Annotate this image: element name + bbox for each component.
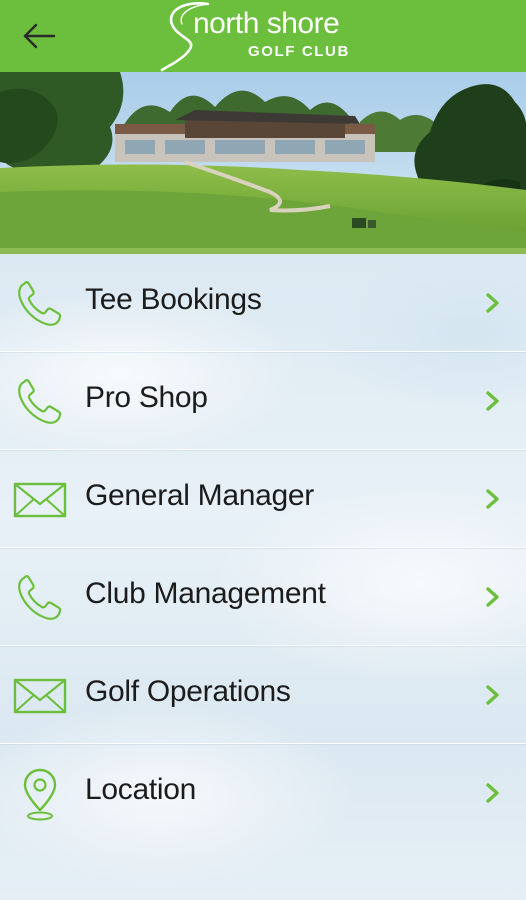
- menu-item-label: Location: [85, 773, 197, 806]
- menu-item-label: Golf Operations: [85, 675, 291, 708]
- arrow-left-icon: [23, 23, 56, 49]
- mail-icon: [12, 472, 68, 528]
- menu-item-general-manager[interactable]: General Manager: [0, 450, 526, 548]
- menu-item-golf-operations[interactable]: Golf Operations: [0, 646, 526, 744]
- logo-title: north shore: [193, 7, 340, 40]
- chevron-right-icon: [484, 292, 502, 314]
- clubhouse-hero-image: [0, 72, 526, 254]
- menu-item-label: Club Management: [85, 577, 326, 610]
- chevron-right-icon: [484, 488, 502, 510]
- phone-icon: [12, 374, 68, 430]
- menu-item-label: General Manager: [85, 479, 314, 512]
- menu-item-tee-bookings[interactable]: Tee Bookings: [0, 254, 526, 352]
- menu-item-label: Pro Shop: [85, 381, 208, 414]
- contact-menu: Tee Bookings Pro Shop General Manager Cl…: [0, 254, 526, 900]
- app-bar: north shore GOLF CLUB: [0, 0, 526, 72]
- menu-item-location[interactable]: Location: [0, 744, 526, 842]
- menu-item-pro-shop[interactable]: Pro Shop: [0, 352, 526, 450]
- logo-subtitle: GOLF CLUB: [248, 43, 350, 60]
- location-pin-icon: [12, 766, 68, 822]
- menu-item-club-management[interactable]: Club Management: [0, 548, 526, 646]
- phone-icon: [12, 570, 68, 626]
- chevron-right-icon: [484, 390, 502, 412]
- back-button[interactable]: [18, 16, 62, 56]
- chevron-right-icon: [484, 782, 502, 804]
- chevron-right-icon: [484, 586, 502, 608]
- chevron-right-icon: [484, 684, 502, 706]
- club-logo: north shore GOLF CLUB: [160, 0, 370, 72]
- mail-icon: [12, 668, 68, 724]
- phone-icon: [12, 276, 68, 332]
- menu-item-label: Tee Bookings: [85, 283, 262, 316]
